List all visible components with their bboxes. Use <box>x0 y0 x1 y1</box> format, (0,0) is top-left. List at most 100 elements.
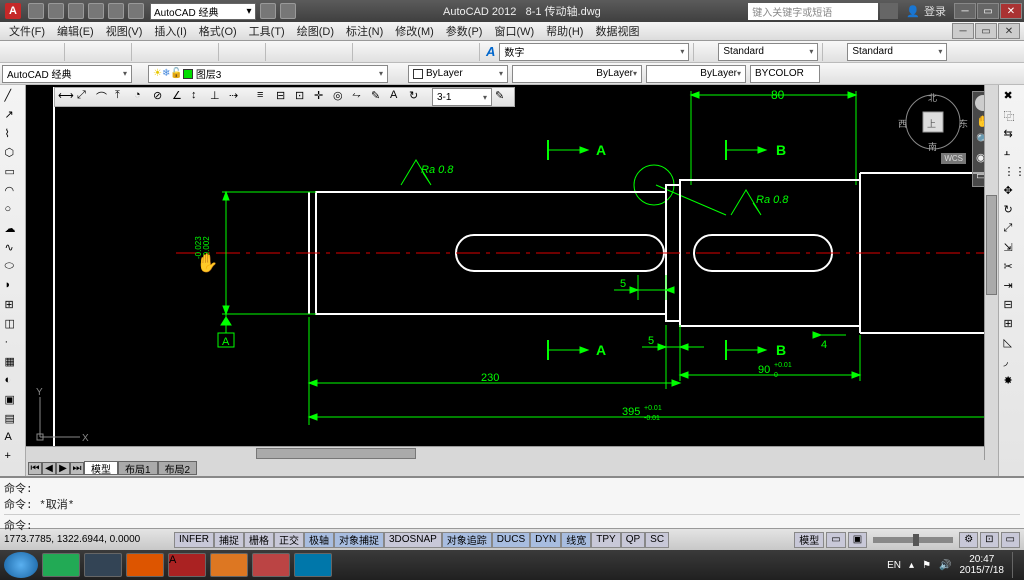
login-button[interactable]: 👤登录 <box>906 3 946 19</box>
text-a-icon[interactable]: A <box>486 44 495 59</box>
menu-file[interactable]: 文件(F) <box>4 22 50 40</box>
undo-icon[interactable] <box>223 43 241 61</box>
dimstyle-current-dropdown[interactable]: 3-1▾ <box>432 88 492 106</box>
hatch-icon[interactable]: ▦ <box>4 354 22 370</box>
arc-icon[interactable]: ◠ <box>4 183 22 199</box>
taskbar-app[interactable] <box>294 553 332 577</box>
dimted-icon[interactable]: A <box>390 89 406 105</box>
zoom-window-icon[interactable] <box>310 43 328 61</box>
line-icon[interactable]: ╱ <box>4 88 22 104</box>
gradient-icon[interactable]: ◐ <box>4 373 22 389</box>
tray-lang[interactable]: EN <box>887 560 901 571</box>
qat-icon[interactable] <box>260 3 276 19</box>
inspect-icon[interactable]: ◎ <box>333 89 349 105</box>
dimbreak-icon[interactable]: ⊟ <box>276 89 292 105</box>
dimang-icon[interactable]: ∠ <box>172 89 188 105</box>
spline-icon[interactable]: ∿ <box>4 240 22 256</box>
move-icon[interactable]: ✥ <box>1003 183 1021 199</box>
region-icon[interactable]: ▣ <box>4 392 22 408</box>
maximize-button[interactable]: ▭ <box>977 3 999 19</box>
new-icon[interactable] <box>2 43 20 61</box>
layer-dropdown[interactable]: ☀❄🔓 图层3▾ <box>148 65 388 83</box>
zoom-prev-icon[interactable] <box>330 43 348 61</box>
rect-icon[interactable]: ▭ <box>4 164 22 180</box>
copy-icon[interactable]: ⿻ <box>1003 107 1021 123</box>
menu-draw[interactable]: 绘图(D) <box>292 22 339 40</box>
plotstyle-dropdown[interactable]: BYCOLOR <box>750 65 820 83</box>
close-button[interactable]: ✕ <box>1000 3 1022 19</box>
tray-net-icon[interactable]: ▴ <box>909 560 914 571</box>
status-toggle-dyn[interactable]: DYN <box>530 532 561 548</box>
menu-window[interactable]: 窗口(W) <box>489 22 539 40</box>
copy-icon[interactable] <box>156 43 174 61</box>
dimbase-icon[interactable]: ⊥ <box>210 89 226 105</box>
taskbar-app[interactable] <box>210 553 248 577</box>
point-icon[interactable]: · <box>4 335 22 351</box>
tab-model[interactable]: 模型 <box>84 461 118 475</box>
zoom-icon[interactable] <box>290 43 308 61</box>
dimcont-icon[interactable]: ⇢ <box>229 89 245 105</box>
properties-icon[interactable] <box>357 43 375 61</box>
status-toggle-3dosnap[interactable]: 3DOSNAP <box>384 532 442 548</box>
clean-icon[interactable]: ▭ <box>1001 532 1020 548</box>
workspace-dropdown[interactable]: AutoCAD 经典 ▾ <box>150 3 256 20</box>
app-icon[interactable]: A <box>5 3 21 19</box>
dimord-icon[interactable]: ⤒ <box>115 89 131 105</box>
erase-icon[interactable]: ✖ <box>1003 88 1021 104</box>
dimrad-icon[interactable]: ◔ <box>134 89 150 105</box>
open-icon[interactable] <box>48 3 64 19</box>
trim-icon[interactable]: ✂ <box>1003 259 1021 275</box>
pline-icon[interactable]: ⌇ <box>4 126 22 142</box>
paste-icon[interactable] <box>176 43 194 61</box>
revcloud-icon[interactable]: ☁ <box>4 221 22 237</box>
dimstyle-dropdown[interactable]: Standard▾ <box>718 43 818 61</box>
chamfer-icon[interactable]: ◺ <box>1003 335 1021 351</box>
status-toggle-ducs[interactable]: DUCS <box>492 532 530 548</box>
tool-palette-icon[interactable] <box>397 43 415 61</box>
command-window[interactable]: 命令: 命令: *取消* 命令: <box>0 476 1024 528</box>
scale-icon[interactable]: ⤢ <box>1003 221 1021 237</box>
status-toggle-线宽[interactable]: 线宽 <box>561 532 591 548</box>
dimlin-icon[interactable]: ⟷ <box>58 89 74 105</box>
menu-tools[interactable]: 工具(T) <box>244 22 290 40</box>
table-icon[interactable]: ▤ <box>4 411 22 427</box>
calc-icon[interactable] <box>457 43 475 61</box>
ellipse-arc-icon[interactable]: ◗ <box>4 278 22 294</box>
linetype-dropdown[interactable]: ByLayer▾ <box>512 65 642 83</box>
save-icon[interactable] <box>68 3 84 19</box>
lineweight-dropdown[interactable]: ByLayer▾ <box>646 65 746 83</box>
start-button[interactable] <box>4 552 38 578</box>
tab-layout1[interactable]: 布局1 <box>118 461 158 475</box>
extend-icon[interactable]: ⇥ <box>1003 278 1021 294</box>
stretch-icon[interactable]: ⇲ <box>1003 240 1021 256</box>
drawing-canvas[interactable]: ⟷ ⤢ ⌒ ⤒ ◔ ⊘ ∠ ↕ ⊥ ⇢ ≡ ⊟ ⊡ ✛ ◎ ⥊ ✎ A ↻ 3-… <box>26 85 998 476</box>
quickview-lay-icon[interactable]: ▣ <box>848 532 867 548</box>
print-icon[interactable] <box>128 3 144 19</box>
center-icon[interactable]: ✛ <box>314 89 330 105</box>
tablestyle-dropdown[interactable]: Standard▾ <box>847 43 947 61</box>
menu-insert[interactable]: 插入(I) <box>149 22 191 40</box>
tab-next-icon[interactable]: ▶ <box>56 462 70 475</box>
table-icon[interactable] <box>827 43 845 61</box>
viewcube[interactable]: 北 南 西 东 上 WCS <box>904 93 962 151</box>
minimize-button[interactable]: ─ <box>954 3 976 19</box>
tray-vol-icon[interactable]: 🔊 <box>939 560 951 571</box>
xline-icon[interactable]: ↗ <box>4 107 22 123</box>
dimqk-icon[interactable]: ↕ <box>191 89 207 105</box>
status-toggle-infer[interactable]: INFER <box>174 532 214 548</box>
tol-icon[interactable]: ⊡ <box>295 89 311 105</box>
taskbar-app[interactable] <box>84 553 122 577</box>
new-icon[interactable] <box>28 3 44 19</box>
workspace-dropdown2[interactable]: AutoCAD 经典▾ <box>2 65 132 83</box>
markup-icon[interactable] <box>437 43 455 61</box>
menu-param[interactable]: 参数(P) <box>441 22 488 40</box>
plot-icon[interactable] <box>69 43 87 61</box>
system-tray[interactable]: EN ▴ ⚑ 🔊 20:47 2015/7/18 <box>887 552 1020 578</box>
canvas-hscroll[interactable] <box>26 446 984 460</box>
circle-icon[interactable]: ○ <box>4 202 22 218</box>
annoscale-dropdown[interactable]: 数字▾ <box>499 43 689 61</box>
polygon-icon[interactable]: ⬡ <box>4 145 22 161</box>
dimdia-icon[interactable]: ⊘ <box>153 89 169 105</box>
open-icon[interactable] <box>22 43 40 61</box>
undo-icon[interactable] <box>88 3 104 19</box>
